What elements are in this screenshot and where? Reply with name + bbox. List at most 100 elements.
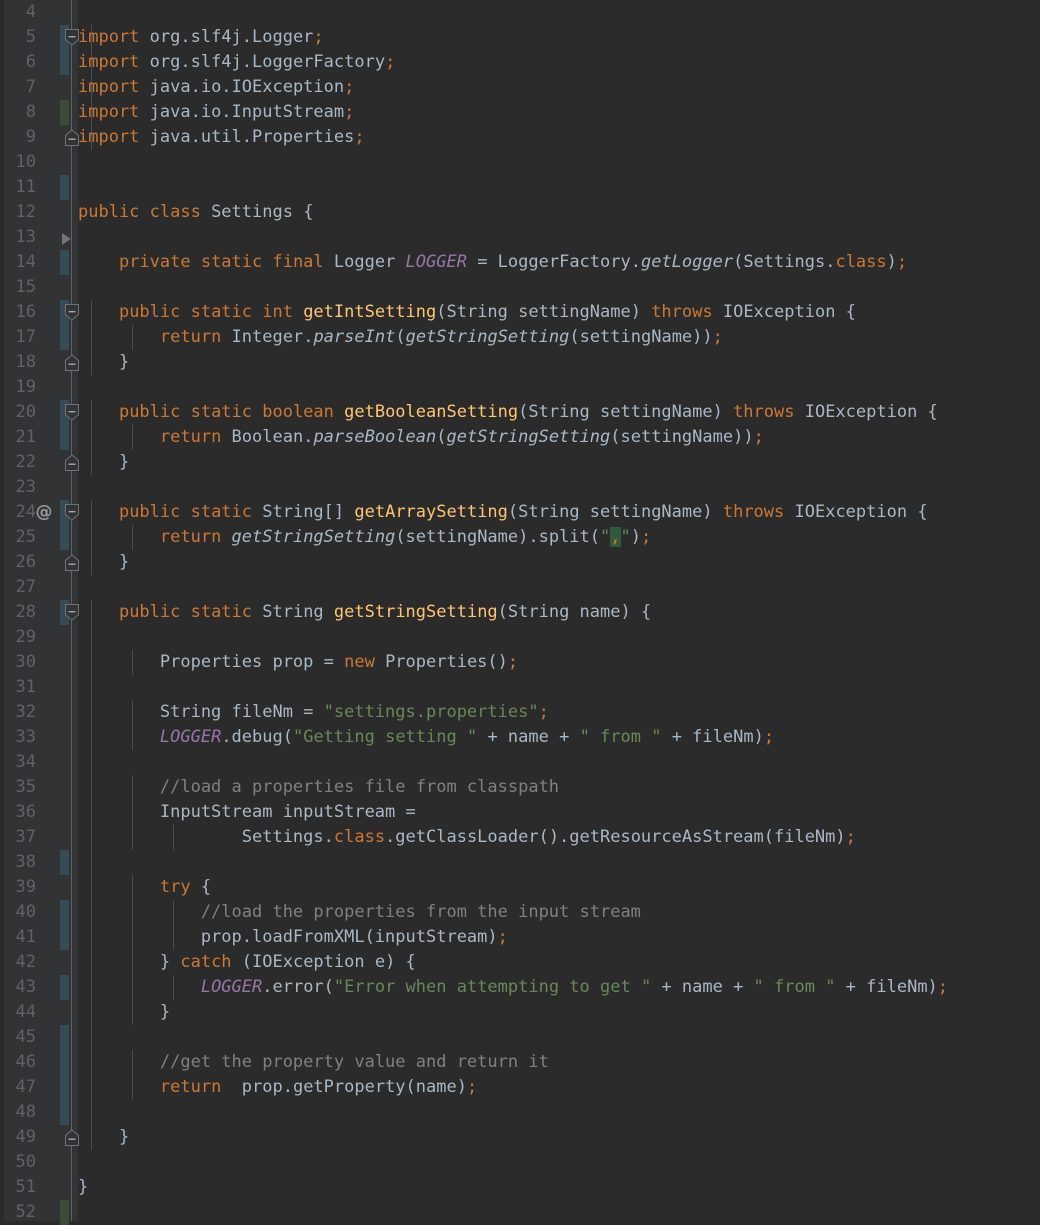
code-line[interactable]: 20 public static boolean getBooleanSetti… xyxy=(0,400,1040,425)
vcs-change-bar[interactable] xyxy=(60,925,69,950)
code-text[interactable]: return Integer.parseInt(getStringSetting… xyxy=(78,325,723,350)
code-line[interactable]: 52 xyxy=(0,1200,1040,1225)
vcs-change-bar[interactable] xyxy=(60,850,69,875)
line-number[interactable]: 31 xyxy=(0,675,36,700)
bookmark-icon[interactable]: @ xyxy=(33,500,55,525)
code-line[interactable]: 45 xyxy=(0,1025,1040,1050)
line-number[interactable]: 20 xyxy=(0,400,36,425)
code-text[interactable]: import java.io.IOException; xyxy=(78,75,354,100)
code-line[interactable]: 25 return getStringSetting(settingName).… xyxy=(0,525,1040,550)
code-text[interactable]: public static boolean getBooleanSetting(… xyxy=(78,400,938,425)
code-line[interactable]: 18 } xyxy=(0,350,1040,375)
line-number[interactable]: 38 xyxy=(0,850,36,875)
code-text[interactable]: InputStream inputStream = xyxy=(78,800,416,825)
line-number[interactable]: 23 xyxy=(0,475,36,500)
code-text[interactable]: LOGGER.error("Error when attempting to g… xyxy=(78,975,948,1000)
line-number[interactable]: 9 xyxy=(0,125,36,150)
code-line[interactable]: 14 private static final Logger LOGGER = … xyxy=(0,250,1040,275)
code-text[interactable]: Settings.class.getClassLoader().getResou… xyxy=(78,825,856,850)
code-line[interactable]: 24 @ public static String[] getArraySetti… xyxy=(0,500,1040,525)
code-line[interactable]: 49 } xyxy=(0,1125,1040,1150)
code-line[interactable]: 42 } catch (IOException e) { xyxy=(0,950,1040,975)
line-number[interactable]: 12 xyxy=(0,200,36,225)
line-number[interactable]: 34 xyxy=(0,750,36,775)
code-line[interactable]: 16 public static int getIntSetting(Strin… xyxy=(0,300,1040,325)
code-line[interactable]: 35 //load a properties file from classpa… xyxy=(0,775,1040,800)
code-text[interactable]: public static int getIntSetting(String s… xyxy=(78,300,856,325)
vcs-change-bar[interactable] xyxy=(60,1075,69,1100)
code-line[interactable]: 44 } xyxy=(0,1000,1040,1025)
line-number[interactable]: 47 xyxy=(0,1075,36,1100)
code-line[interactable]: 48 xyxy=(0,1100,1040,1125)
line-number[interactable]: 45 xyxy=(0,1025,36,1050)
code-text[interactable]: } xyxy=(78,550,129,575)
code-text[interactable]: return Boolean.parseBoolean(getStringSet… xyxy=(78,425,764,450)
code-line[interactable]: 9 import java.util.Properties; xyxy=(0,125,1040,150)
vcs-change-bar[interactable] xyxy=(60,975,69,1000)
line-number[interactable]: 36 xyxy=(0,800,36,825)
code-line[interactable]: 22 } xyxy=(0,450,1040,475)
code-line[interactable]: 12 public class Settings { xyxy=(0,200,1040,225)
line-number[interactable]: 49 xyxy=(0,1125,36,1150)
line-number[interactable]: 18 xyxy=(0,350,36,375)
line-number[interactable]: 17 xyxy=(0,325,36,350)
line-number[interactable]: 40 xyxy=(0,900,36,925)
code-text[interactable]: //load a properties file from classpath xyxy=(78,775,559,800)
code-line[interactable]: 23 xyxy=(0,475,1040,500)
code-line[interactable]: 41 prop.loadFromXML(inputStream); xyxy=(0,925,1040,950)
code-line[interactable]: 39 try { xyxy=(0,875,1040,900)
line-number[interactable]: 6 xyxy=(0,50,36,75)
line-number[interactable]: 21 xyxy=(0,425,36,450)
code-line[interactable]: 19 xyxy=(0,375,1040,400)
vcs-change-bar[interactable] xyxy=(60,100,69,125)
vcs-change-bar[interactable] xyxy=(60,175,69,200)
code-text[interactable]: } catch (IOException e) { xyxy=(78,950,416,975)
line-number[interactable]: 42 xyxy=(0,950,36,975)
vcs-change-bar[interactable] xyxy=(60,325,69,350)
code-text[interactable]: } xyxy=(78,1175,88,1200)
code-text[interactable]: import java.util.Properties; xyxy=(78,125,365,150)
line-number[interactable]: 50 xyxy=(0,1150,36,1175)
vcs-change-bar[interactable] xyxy=(60,1200,69,1225)
code-text[interactable]: try { xyxy=(78,875,211,900)
line-number[interactable]: 30 xyxy=(0,650,36,675)
code-line[interactable]: 13 xyxy=(0,225,1040,250)
code-text[interactable]: public static String getStringSetting(St… xyxy=(78,600,651,625)
code-text[interactable]: //get the property value and return it xyxy=(78,1050,549,1075)
code-line[interactable]: 8 import java.io.InputStream; xyxy=(0,100,1040,125)
code-line[interactable]: 27 xyxy=(0,575,1040,600)
code-text[interactable]: LOGGER.debug("Getting setting " + name +… xyxy=(78,725,774,750)
vcs-change-bar[interactable] xyxy=(60,425,69,450)
code-line[interactable]: 28 public static String getStringSetting… xyxy=(0,600,1040,625)
code-text[interactable]: //load the properties from the input str… xyxy=(78,900,641,925)
line-number[interactable]: 43 xyxy=(0,975,36,1000)
code-line[interactable]: 26 } xyxy=(0,550,1040,575)
line-number[interactable]: 44 xyxy=(0,1000,36,1025)
code-text[interactable]: return prop.getProperty(name); xyxy=(78,1075,477,1100)
line-number[interactable]: 5 xyxy=(0,25,36,50)
code-line[interactable]: 33 LOGGER.debug("Getting setting " + nam… xyxy=(0,725,1040,750)
code-line[interactable]: 51} xyxy=(0,1175,1040,1200)
code-text[interactable]: private static final Logger LOGGER = Log… xyxy=(78,250,907,275)
code-text[interactable]: } xyxy=(78,1000,170,1025)
vcs-change-bar[interactable] xyxy=(60,1100,69,1125)
code-line[interactable]: 17 return Integer.parseInt(getStringSett… xyxy=(0,325,1040,350)
code-line[interactable]: 47 return prop.getProperty(name); xyxy=(0,1075,1040,1100)
code-line[interactable]: 32 String fileNm = "settings.properties"… xyxy=(0,700,1040,725)
code-line[interactable]: 40 //load the properties from the input … xyxy=(0,900,1040,925)
vcs-change-bar[interactable] xyxy=(60,1050,69,1075)
code-text[interactable]: prop.loadFromXML(inputStream); xyxy=(78,925,508,950)
code-line[interactable]: 4 xyxy=(0,0,1040,25)
code-line[interactable]: 34 xyxy=(0,750,1040,775)
code-line[interactable]: 37 Settings.class.getClassLoader().getRe… xyxy=(0,825,1040,850)
line-number[interactable]: 7 xyxy=(0,75,36,100)
line-number[interactable]: 29 xyxy=(0,625,36,650)
line-number[interactable]: 16 xyxy=(0,300,36,325)
line-number[interactable]: 11 xyxy=(0,175,36,200)
line-number[interactable]: 24 xyxy=(0,500,36,525)
run-marker-icon[interactable] xyxy=(62,233,71,245)
line-number[interactable]: 39 xyxy=(0,875,36,900)
code-text[interactable]: import java.io.InputStream; xyxy=(78,100,354,125)
line-number[interactable]: 33 xyxy=(0,725,36,750)
line-number[interactable]: 8 xyxy=(0,100,36,125)
